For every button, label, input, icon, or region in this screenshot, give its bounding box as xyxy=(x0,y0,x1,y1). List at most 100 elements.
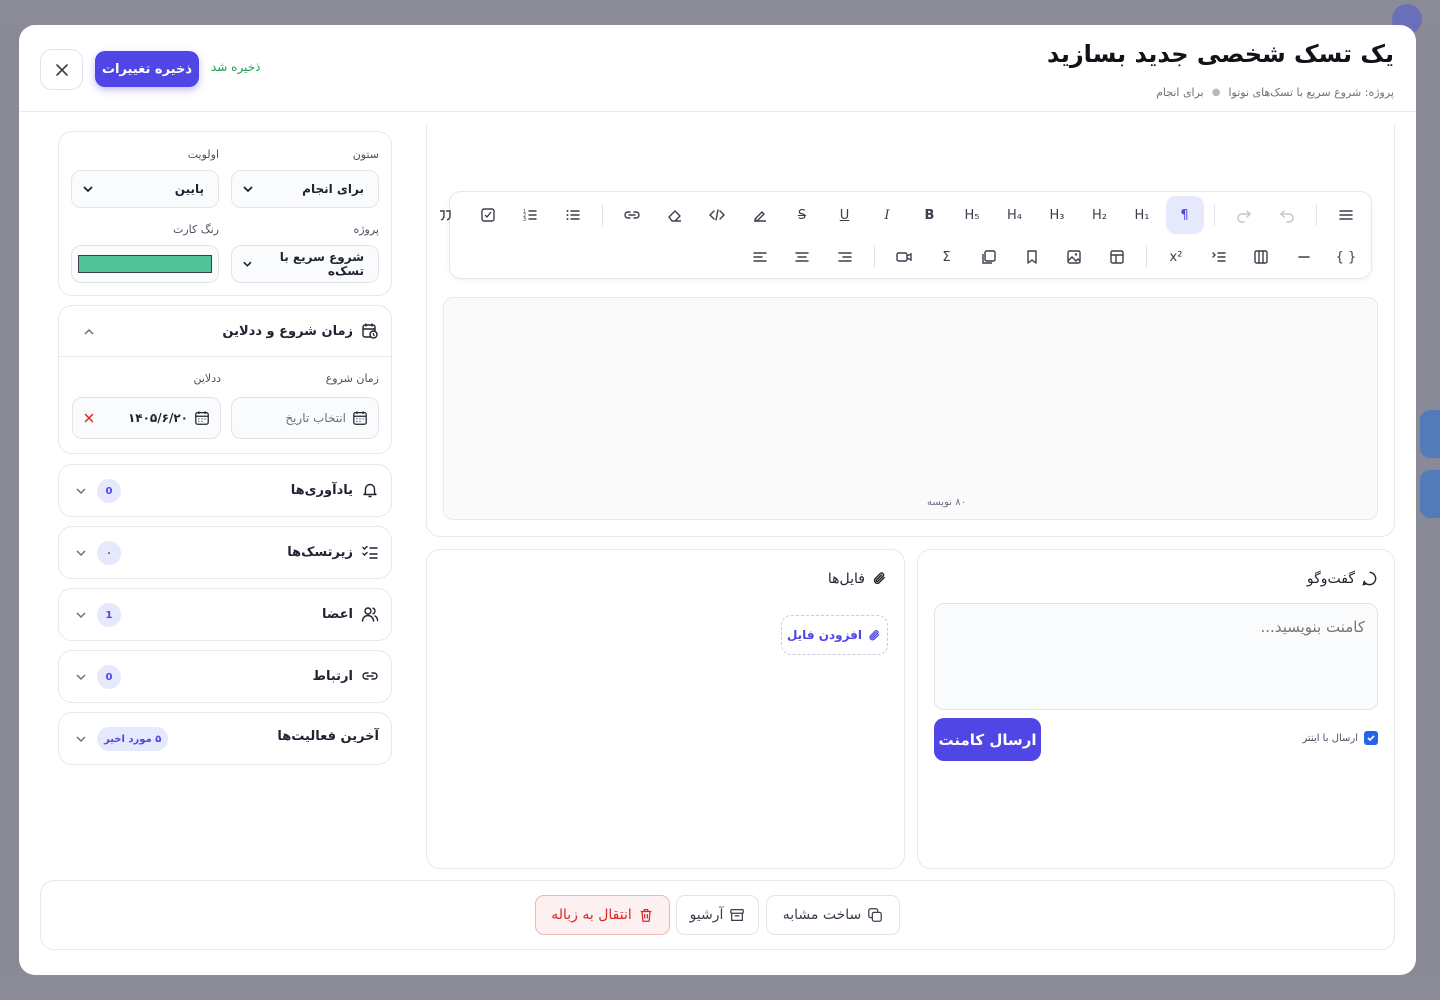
links-section[interactable]: ارتباط 0 xyxy=(58,650,392,703)
links-label: ارتباط xyxy=(312,668,353,684)
code-icon[interactable] xyxy=(698,196,736,234)
undo-icon[interactable] xyxy=(1268,196,1306,234)
align-left-icon[interactable] xyxy=(741,238,779,276)
send-comment-button[interactable]: ارسال کامنت xyxy=(934,718,1041,761)
underline-icon[interactable]: U xyxy=(826,196,864,234)
close-icon xyxy=(84,413,94,423)
dates-title: زمان شروع و ددلاین xyxy=(222,322,379,340)
add-file-button[interactable]: افزودن فایل xyxy=(781,615,888,655)
description-editor[interactable] xyxy=(443,297,1378,520)
project-select[interactable]: شروع سریع با تسک‌ه xyxy=(231,245,379,283)
background-accent xyxy=(1420,410,1440,458)
link-icon[interactable] xyxy=(613,196,651,234)
move-to-trash-button[interactable]: انتقال به زباله xyxy=(535,895,670,935)
dates-section: زمان شروع و ددلاین زمان شروع ددلاین انتخ… xyxy=(58,305,392,454)
card-color-label: رنگ کارت xyxy=(173,223,219,236)
activity-label: آخرین فعالیت‌ها xyxy=(277,729,379,744)
priority-select[interactable]: پایین xyxy=(71,170,219,208)
page-title: یک تسک شخصی جدید بسازید xyxy=(1046,40,1394,68)
project-label: پروژه xyxy=(353,223,379,236)
modal-header: یک تسک شخصی جدید بسازید پروژه: شروع سریع… xyxy=(19,25,1416,112)
table-icon[interactable] xyxy=(1098,238,1136,276)
paragraph-icon[interactable]: ¶ xyxy=(1165,196,1204,234)
horizontal-rule-icon[interactable] xyxy=(1285,238,1323,276)
toolbar-divider xyxy=(873,246,875,268)
bold-icon[interactable]: B xyxy=(911,196,949,234)
send-on-enter-checkbox[interactable] xyxy=(1364,731,1378,745)
chevron-down-icon xyxy=(76,550,86,557)
members-section[interactable]: اعضا 1 xyxy=(58,588,392,641)
menu-icon[interactable] xyxy=(1327,196,1365,234)
sigma-icon[interactable]: Σ xyxy=(928,238,966,276)
send-on-enter-toggle[interactable]: ارسال با اینتر xyxy=(1302,731,1378,745)
subtasks-section[interactable]: زیرتسک‌ها ۰ xyxy=(58,526,392,579)
chevron-down-icon xyxy=(76,612,86,619)
deadline-label: ددلاین xyxy=(193,372,221,385)
chat-title: گفت‌وگو xyxy=(1307,570,1378,587)
toolbar-divider xyxy=(601,204,603,226)
task-meta-card: ستون اولویت برای انجام پایین پروژه رنگ ک… xyxy=(58,131,392,296)
breadcrumb-project[interactable]: پروژه: شروع سریع با تسک‌های نوتوا xyxy=(1228,86,1394,99)
close-button[interactable] xyxy=(40,49,83,90)
code-block-icon[interactable]: { } xyxy=(1327,238,1365,276)
svg-text:3: 3 xyxy=(523,217,526,223)
reminders-label: یادآوری‌ها xyxy=(290,482,353,498)
dates-section-header[interactable]: زمان شروع و ددلاین xyxy=(59,306,391,357)
superscript-icon[interactable]: x² xyxy=(1157,238,1195,276)
add-file-label: افزودن فایل xyxy=(786,628,863,642)
links-count-badge: 0 xyxy=(97,665,121,689)
reminders-section[interactable]: یادآوری‌ها 0 xyxy=(58,464,392,517)
italic-icon[interactable]: I xyxy=(868,196,906,234)
heading-1-button[interactable]: H₁ xyxy=(1123,196,1161,234)
column-select[interactable]: برای انجام xyxy=(231,170,379,208)
bookmark-icon[interactable] xyxy=(1013,238,1051,276)
files-title: فایل‌ها xyxy=(828,570,888,587)
deadline-input[interactable]: ۱۴۰۵/۶/۲۰ xyxy=(72,397,221,439)
heading-3-button[interactable]: H₃ xyxy=(1038,196,1076,234)
redo-icon[interactable] xyxy=(1225,196,1263,234)
move-to-trash-label: انتقال به زباله xyxy=(551,907,632,923)
chat-panel: گفت‌وگو ارسال کامنت ارسال با اینتر xyxy=(917,549,1395,869)
columns-icon[interactable] xyxy=(1242,238,1280,276)
quote-icon[interactable] xyxy=(426,196,464,234)
toolbar-divider xyxy=(1315,204,1317,226)
breadcrumb-column[interactable]: برای انجام xyxy=(1156,86,1204,99)
align-center-icon[interactable] xyxy=(783,238,821,276)
start-date-placeholder: انتخاب تاریخ xyxy=(285,411,346,425)
task-list-icon[interactable] xyxy=(469,196,507,234)
heading-4-button[interactable]: H₄ xyxy=(996,196,1034,234)
heading-2-button[interactable]: H₂ xyxy=(1081,196,1119,234)
heading-5-button[interactable]: H₅ xyxy=(953,196,991,234)
link-icon xyxy=(362,672,378,680)
check-icon xyxy=(1367,735,1375,742)
card-color-picker[interactable] xyxy=(71,245,219,283)
ordered-list-icon[interactable]: 123 xyxy=(511,196,549,234)
bullet-list-icon[interactable] xyxy=(554,196,592,234)
comment-input[interactable] xyxy=(934,603,1378,710)
editor-toolbar: ¶ H₁ H₂ H₃ H₄ H₅ B I U S 123 { } x² Σ xyxy=(440,191,1372,279)
video-icon[interactable] xyxy=(885,238,923,276)
activity-section[interactable]: آخرین فعالیت‌ها ۵ مورد اخیر xyxy=(58,712,392,765)
archive-button[interactable]: آرشیو xyxy=(676,895,759,935)
eraser-icon[interactable] xyxy=(656,196,694,234)
backdrop-bottom xyxy=(0,975,1440,1000)
indent-list-icon[interactable] xyxy=(1200,238,1238,276)
archive-label: آرشیو xyxy=(689,907,724,923)
image-icon[interactable] xyxy=(1055,238,1093,276)
gallery-icon[interactable] xyxy=(970,238,1008,276)
chevron-up-icon xyxy=(84,328,94,335)
deadline-value: ۱۴۰۵/۶/۲۰ xyxy=(127,411,188,425)
start-date-input[interactable]: انتخاب تاریخ xyxy=(231,397,379,439)
chevron-down-icon xyxy=(76,488,86,495)
clear-deadline-button[interactable] xyxy=(83,412,95,424)
files-title-label: فایل‌ها xyxy=(827,570,865,587)
subtasks-title: زیرتسک‌ها xyxy=(287,543,379,561)
paperclip-icon xyxy=(873,572,885,584)
strikethrough-icon[interactable]: S xyxy=(783,196,821,234)
align-right-icon[interactable] xyxy=(826,238,864,276)
members-count-badge: 1 xyxy=(97,603,121,627)
highlight-icon[interactable] xyxy=(741,196,779,234)
save-button[interactable]: ذخیره تغییرات xyxy=(95,51,199,87)
duplicate-button[interactable]: ساخت مشابه xyxy=(766,895,900,935)
copy-icon xyxy=(868,908,883,922)
